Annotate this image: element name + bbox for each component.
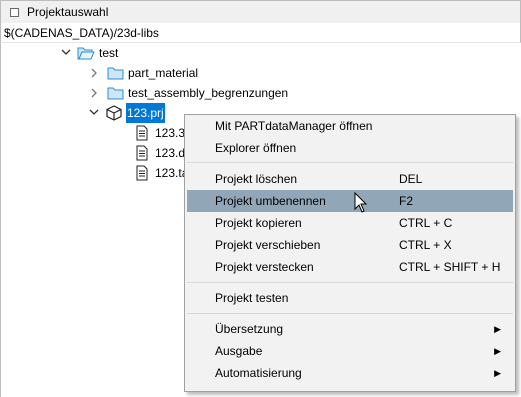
document-icon	[135, 165, 149, 187]
menu-item-label: Automatisierung	[215, 366, 302, 380]
menu-item-label: Ausgabe	[215, 344, 263, 358]
cube-icon	[106, 105, 122, 127]
menu-item-translation[interactable]: Übersetzung ▶	[187, 318, 513, 340]
menu-item-open-partdatamanager[interactable]: Mit PARTdataManager öffnen	[187, 115, 513, 137]
menu-item-label: Übersetzung	[215, 322, 284, 336]
menu-item-label: Projekt verschieben	[215, 238, 321, 252]
menu-item-automation[interactable]: Automatisierung ▶	[187, 362, 513, 384]
menu-item-label: Projekt verstecken	[215, 260, 314, 274]
chevron-right-icon[interactable]	[87, 83, 101, 103]
menu-item-copy-project[interactable]: Projekt kopieren CTRL + C	[187, 212, 513, 234]
submenu-arrow-icon: ▶	[494, 368, 501, 378]
window-icon	[10, 8, 19, 17]
tree-node-label: test	[99, 46, 119, 60]
menu-item-shortcut: F2	[399, 194, 414, 208]
path-field[interactable]: $(CADENAS_DATA)/23d-libs	[0, 23, 521, 43]
title-bar: Projektauswahl	[0, 0, 521, 24]
menu-separator	[187, 162, 513, 163]
menu-item-shortcut: CTRL + X	[399, 238, 452, 252]
window-title: Projektauswahl	[27, 5, 109, 19]
menu-item-label: Mit PARTdataManager öffnen	[215, 119, 373, 133]
menu-item-open-explorer[interactable]: Explorer öffnen	[187, 137, 513, 159]
project-selection-window: Projektauswahl $(CADENAS_DATA)/23d-libs …	[0, 0, 521, 397]
chevron-down-icon[interactable]	[87, 103, 101, 123]
submenu-arrow-icon: ▶	[494, 324, 501, 334]
menu-separator	[187, 313, 513, 314]
mouse-cursor-icon	[354, 191, 368, 217]
path-text: $(CADENAS_DATA)/23d-libs	[4, 26, 159, 40]
tree-node-label-selected: 123.prj	[125, 102, 166, 124]
chevron-down-icon[interactable]	[59, 43, 73, 63]
tree-node-test-assembly-begrenzungen[interactable]: test_assembly_begrenzungen	[87, 83, 307, 103]
menu-item-label: Projekt testen	[215, 291, 289, 305]
submenu-arrow-icon: ▶	[494, 346, 501, 356]
menu-item-hide-project[interactable]: Projekt verstecken CTRL + SHIFT + H	[187, 256, 513, 278]
menu-item-shortcut: DEL	[399, 172, 423, 186]
menu-separator	[187, 282, 513, 283]
menu-item-shortcut: CTRL + C	[399, 216, 453, 230]
menu-item-label: Projekt löschen	[215, 172, 298, 186]
chevron-right-icon[interactable]	[87, 63, 101, 83]
menu-item-move-project[interactable]: Projekt verschieben CTRL + X	[187, 234, 513, 256]
menu-item-shortcut: CTRL + SHIFT + H	[399, 260, 501, 274]
menu-item-label: Projekt kopieren	[215, 216, 302, 230]
tree-node-label: part_material	[128, 66, 199, 80]
menu-item-rename-project[interactable]: Projekt umbenennen F2	[187, 190, 513, 212]
tree-node-part-material[interactable]: part_material	[87, 63, 237, 83]
menu-item-test-project[interactable]: Projekt testen	[187, 287, 513, 309]
tree-node-test[interactable]: test	[59, 43, 119, 63]
menu-item-label: Projekt umbenennen	[215, 194, 326, 208]
context-menu: Mit PARTdataManager öffnen Explorer öffn…	[184, 114, 516, 392]
menu-item-label: Explorer öffnen	[215, 141, 297, 155]
tree-node-123-prj[interactable]: 123.prj	[87, 102, 187, 124]
tree-node-label: test_assembly_begrenzungen	[128, 86, 289, 100]
menu-item-output[interactable]: Ausgabe ▶	[187, 340, 513, 362]
menu-item-delete-project[interactable]: Projekt löschen DEL	[187, 168, 513, 190]
